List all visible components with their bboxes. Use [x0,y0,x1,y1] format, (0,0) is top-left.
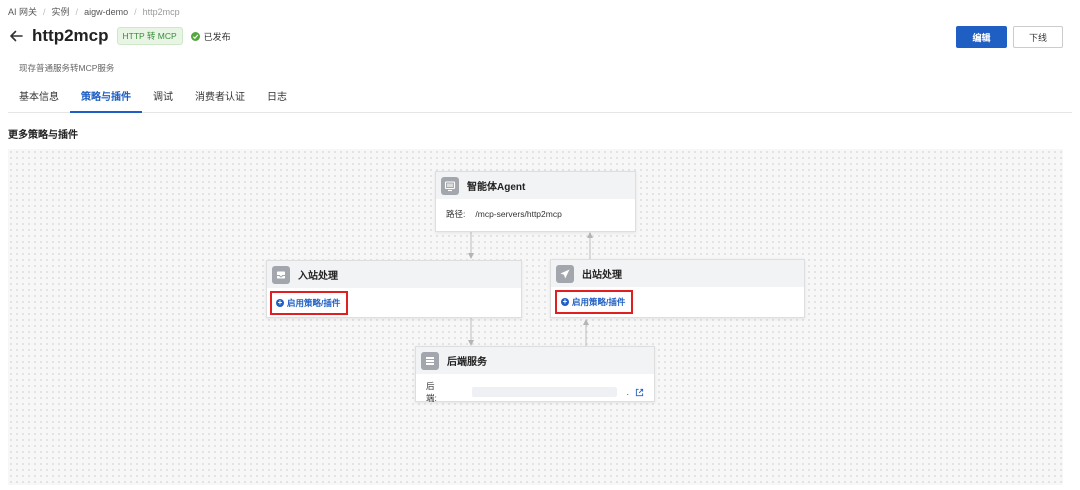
node-backend[interactable]: 后端服务 后端: . [415,346,655,403]
node-title: 入站处理 [298,271,338,282]
page-subtitle: 现存普通服务转MCP服务 [19,63,115,73]
section-title: 更多策略与插件 [8,130,78,141]
page-title: http2mcp [32,26,109,45]
plus-circle-icon: + [276,298,284,307]
node-title: 智能体Agent [467,182,526,193]
inbox-icon [272,265,290,284]
node-title: 后端服务 [447,357,487,368]
enable-policy-plugin-link-outbound[interactable]: + 启用策略/插件 [555,290,634,314]
send-icon [556,264,574,283]
breadcrumb-item-aigw-demo[interactable]: aigw-demo [84,7,128,17]
tab-policies-plugins[interactable]: 策略与插件 [70,84,142,113]
path-value: /mcp-servers/http2mcp [475,209,562,219]
node-inbound[interactable]: 入站处理 + 启用策略/插件 [266,260,522,318]
node-body: 路径: /mcp-servers/http2mcp [436,199,635,229]
type-badge: HTTP 转 MCP [116,27,183,45]
node-header: 后端服务 [416,347,654,374]
tab-bar: 基本信息 策略与插件 调试 消费者认证 日志 [8,84,1072,113]
backend-address-redacted [472,387,617,397]
node-agent[interactable]: 智能体Agent 路径: /mcp-servers/http2mcp [435,171,636,232]
breadcrumb-item-current: http2mcp [142,6,180,17]
list-icon [421,351,439,370]
check-circle-icon [190,31,200,41]
title-row: http2mcp HTTP 转 MCP 已发布 [8,26,231,46]
breadcrumb-separator: / [75,6,79,17]
status-text: 已发布 [203,31,231,42]
arrow-left-icon[interactable] [8,28,24,44]
node-header: 入站处理 [267,261,521,288]
tab-basic-info[interactable]: 基本信息 [8,84,70,113]
breadcrumb: AI 网关 / 实例 / aigw-demo / http2mcp [8,5,180,18]
tab-debug[interactable]: 调试 [142,84,184,113]
tab-consumer-auth[interactable]: 消费者认证 [184,84,256,113]
external-link-icon[interactable] [635,388,644,397]
enable-link-label: 启用策略/插件 [572,297,626,307]
offline-button[interactable]: 下线 [1013,26,1063,48]
node-header: 智能体Agent [436,172,635,199]
tab-logs[interactable]: 日志 [256,84,298,113]
node-title: 出站处理 [582,270,622,281]
node-outbound[interactable]: 出站处理 + 启用策略/插件 [550,259,805,318]
node-header: 出站处理 [551,260,804,287]
plus-circle-icon: + [561,297,569,306]
breadcrumb-separator: / [43,6,46,17]
path-label: 路径: [446,209,466,219]
breadcrumb-separator: / [134,6,137,17]
status-indicator: 已发布 [190,30,231,43]
backend-suffix: . [626,387,629,397]
enable-link-label: 启用策略/插件 [287,298,341,308]
node-body: 后端: . [416,374,654,413]
breadcrumb-item-instance[interactable]: 实例 [52,5,70,18]
backend-label: 后端: [426,381,437,403]
edit-button[interactable]: 编辑 [956,26,1007,48]
enable-policy-plugin-link-inbound[interactable]: + 启用策略/插件 [270,291,349,315]
breadcrumb-item-gateway[interactable]: AI 网关 [8,5,37,18]
monitor-icon [441,176,459,195]
